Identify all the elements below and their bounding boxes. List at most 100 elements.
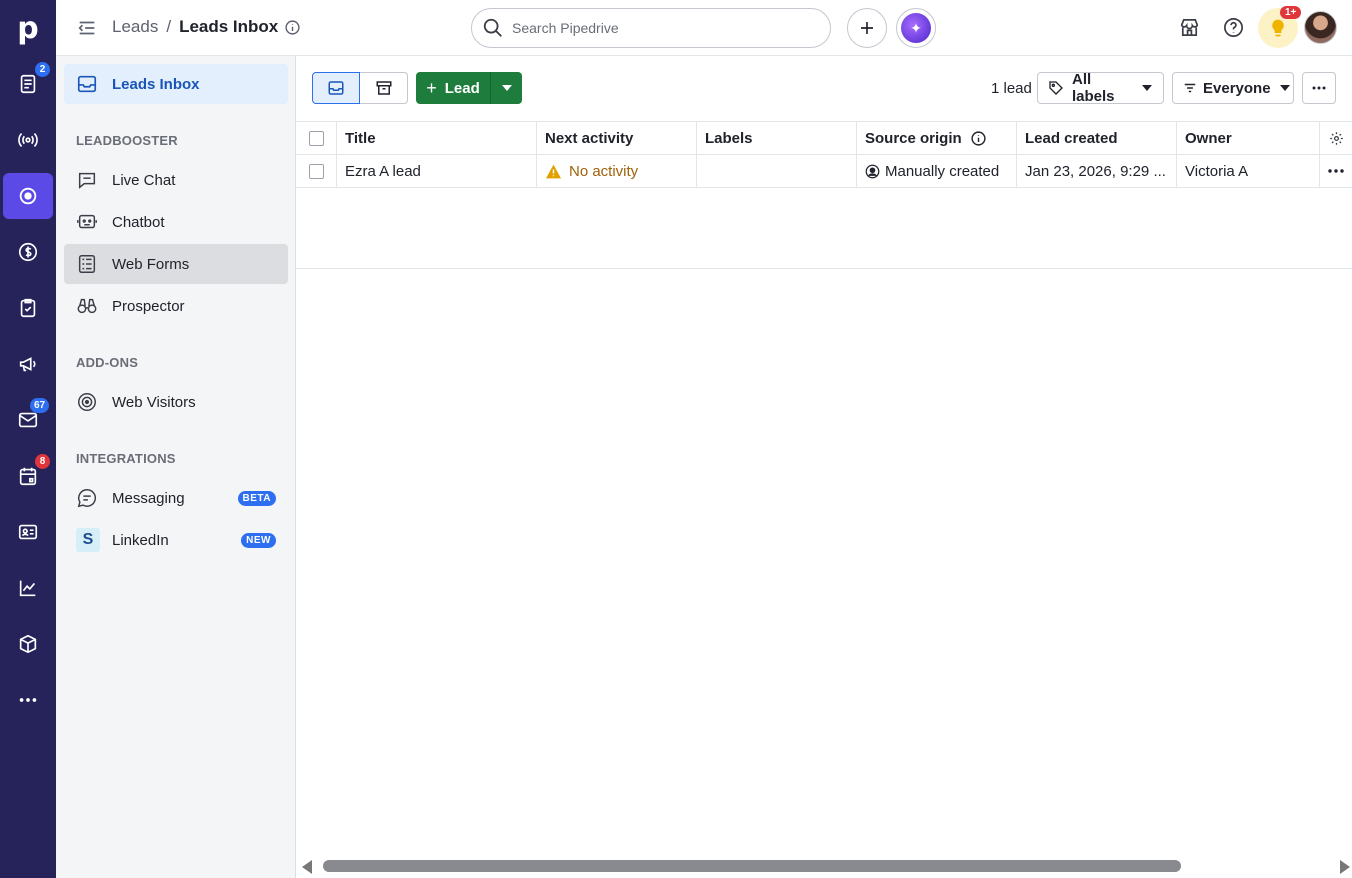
section-addons: ADD-ONS — [76, 355, 139, 370]
caret-down-icon — [1142, 85, 1152, 91]
radar-icon — [78, 393, 96, 411]
caret-down-icon — [501, 85, 512, 91]
rail-activities-item[interactable] — [0, 286, 56, 330]
chat-bubble-icon — [78, 172, 96, 189]
user-avatar[interactable] — [1304, 11, 1337, 44]
inbox-icon — [77, 75, 97, 93]
app-rail: p 2 67 8 — [0, 0, 56, 878]
sidebar-item-label: Live Chat — [112, 171, 176, 189]
archive-icon — [376, 81, 391, 95]
sidebar-item-messaging[interactable]: Messaging BETA — [64, 478, 288, 518]
rail-mail-item[interactable]: 67 — [0, 398, 56, 442]
caret-down-icon — [1279, 85, 1290, 91]
rail-insights-item[interactable] — [0, 566, 56, 610]
rail-campaigns-item[interactable] — [0, 342, 56, 386]
menu-collapse-icon — [78, 21, 95, 35]
next-activity-text: No activity — [569, 162, 639, 180]
rail-broadcast-item[interactable] — [0, 118, 56, 162]
labels-filter-button[interactable]: All labels — [1037, 71, 1164, 105]
sidebar-item-prospector[interactable]: Prospector — [64, 286, 288, 326]
scroll-right-arrow-icon[interactable] — [1340, 860, 1350, 874]
sidebar-item-label: Prospector — [112, 297, 185, 315]
info-icon[interactable] — [970, 130, 987, 147]
labels-cell[interactable] — [697, 155, 857, 187]
horizontal-scrollbar[interactable] — [296, 856, 1352, 878]
dollar-icon — [18, 242, 38, 262]
sidebar-item-label: Chatbot — [112, 213, 165, 231]
column-next-activity[interactable]: Next activity — [537, 122, 697, 154]
search-input[interactable]: Search Pipedrive — [471, 8, 831, 48]
labels-filter-label: All labels — [1072, 71, 1115, 105]
table-row[interactable]: Ezra A lead No activity Manually created… — [296, 155, 1352, 188]
sidebar-item-web-visitors[interactable]: Web Visitors — [64, 382, 288, 422]
store-icon — [1180, 18, 1199, 37]
search-icon — [483, 18, 502, 37]
add-lead-button[interactable]: + Lead — [416, 72, 490, 104]
pipedrive-logo[interactable]: p — [0, 0, 56, 56]
rail-products-item[interactable] — [0, 622, 56, 666]
user-circle-icon — [865, 164, 880, 178]
lead-title[interactable]: Ezra A lead — [337, 155, 537, 187]
breadcrumb-leads-link[interactable]: Leads — [112, 17, 158, 37]
sidebar-item-chatbot[interactable]: Chatbot — [64, 202, 288, 242]
select-all-checkbox[interactable] — [308, 130, 324, 146]
collapse-sidebar-button[interactable] — [76, 17, 98, 42]
info-icon[interactable] — [284, 19, 301, 36]
owner-filter-button[interactable]: Everyone — [1172, 72, 1294, 104]
ai-assistant-button[interactable]: ✦ — [896, 8, 936, 48]
sidebar-item-web-forms[interactable]: Web Forms — [64, 244, 288, 284]
inbox-view-button[interactable] — [312, 72, 360, 104]
add-lead-label: Lead — [444, 79, 480, 97]
quick-add-button[interactable] — [847, 8, 887, 48]
linkedin-icon: S — [76, 528, 100, 552]
gear-icon — [1329, 131, 1343, 145]
leads-icon — [20, 74, 36, 94]
scroll-left-arrow-icon[interactable] — [302, 860, 312, 874]
sidebar-item-live-chat[interactable]: Live Chat — [64, 160, 288, 200]
help-button[interactable] — [1222, 16, 1245, 42]
help-icon — [1224, 18, 1243, 37]
row-checkbox[interactable] — [308, 163, 324, 179]
chart-line-icon — [19, 580, 36, 597]
more-dots-icon — [1328, 169, 1344, 173]
plus-icon — [861, 22, 873, 34]
row-select-cell — [296, 155, 337, 187]
rail-contacts-item[interactable] — [0, 510, 56, 554]
column-owner[interactable]: Owner — [1177, 122, 1320, 154]
marketplace-button[interactable] — [1178, 16, 1201, 42]
more-options-button[interactable] — [1302, 72, 1336, 104]
sidebar-item-linkedin[interactable]: S LinkedIn NEW — [64, 520, 288, 560]
column-title[interactable]: Title — [337, 122, 537, 154]
table-header: Title Next activity Labels Source origin… — [296, 121, 1352, 155]
tips-button[interactable]: 1+ — [1258, 6, 1302, 48]
new-badge: NEW — [241, 532, 276, 548]
sparkle-icon: ✦ — [901, 13, 931, 43]
column-settings-button[interactable] — [1320, 122, 1352, 154]
rail-calendar-item[interactable]: 8 — [0, 454, 56, 498]
add-lead-dropdown-button[interactable] — [490, 72, 522, 104]
rail-leads-inbox-item[interactable] — [3, 173, 53, 219]
row-actions-button[interactable] — [1320, 155, 1352, 187]
rail-more-item[interactable] — [0, 678, 56, 722]
rail-deals-item[interactable] — [0, 230, 56, 274]
column-labels[interactable]: Labels — [697, 122, 857, 154]
next-activity-cell[interactable]: No activity — [537, 155, 697, 187]
sidebar-item-label: Web Visitors — [112, 393, 196, 411]
column-source-origin[interactable]: Source origin — [857, 122, 1017, 154]
sidebar-item-leads-inbox[interactable]: Leads Inbox — [64, 64, 288, 104]
scrollbar-thumb[interactable] — [323, 860, 1181, 872]
mail-badge: 67 — [30, 398, 50, 413]
tag-icon — [1049, 81, 1063, 95]
form-icon — [78, 255, 96, 273]
lead-count: 1 lead — [991, 80, 1032, 97]
owner-cell[interactable]: Victoria A — [1177, 155, 1320, 187]
archive-view-button[interactable] — [360, 72, 408, 104]
filter-icon — [1184, 83, 1196, 93]
breadcrumb: Leads / Leads Inbox — [112, 17, 301, 37]
chatbot-icon — [77, 214, 97, 229]
column-lead-created[interactable]: Lead created — [1017, 122, 1177, 154]
rail-leads-item[interactable]: 2 — [0, 62, 56, 106]
more-dots-icon — [1312, 86, 1326, 90]
breadcrumb-separator: / — [166, 17, 172, 36]
leads-badge: 2 — [35, 62, 50, 77]
